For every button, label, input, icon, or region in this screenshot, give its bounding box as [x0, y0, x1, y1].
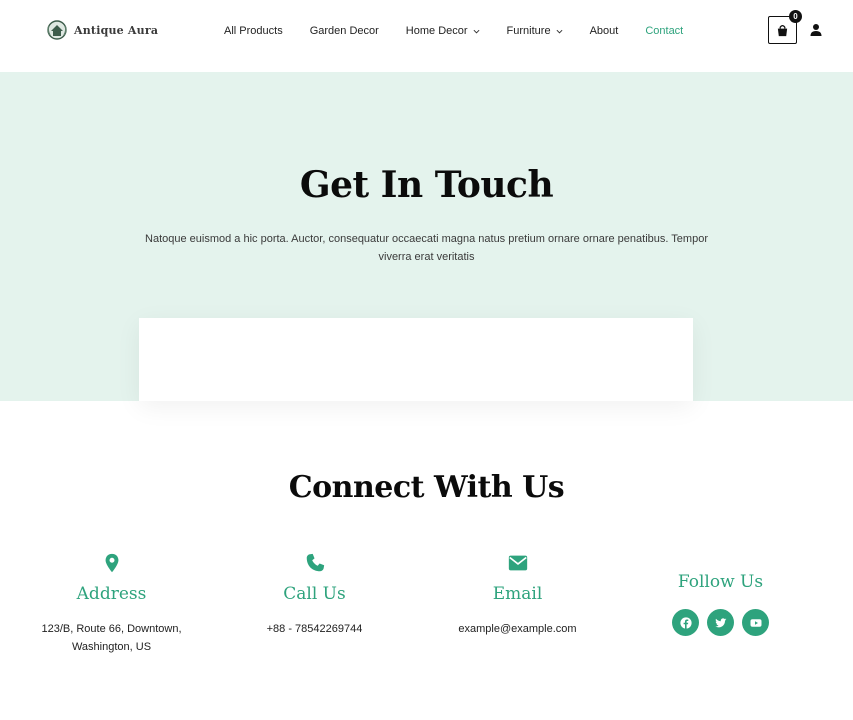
chevron-down-icon — [556, 29, 563, 33]
twitter-icon — [714, 617, 726, 627]
email-title: Email — [492, 584, 543, 604]
nav-label: All Products — [224, 25, 283, 37]
site-header: Antique Aura All Products Garden Decor H… — [0, 0, 853, 72]
address-text: 123/B, Route 66, Downtown, Washington, U… — [41, 623, 182, 653]
nav-label: About — [589, 25, 619, 37]
call-title: Call Us — [283, 584, 346, 604]
phone-icon — [306, 553, 324, 572]
page-title: Get In Touch — [299, 164, 554, 206]
email-address[interactable]: example@example.com — [416, 620, 619, 638]
cart-count-badge: 0 — [789, 10, 802, 23]
phone-number[interactable]: +88 - 78542269744 — [213, 620, 416, 638]
address-block: Address 123/B, Route 66, Downtown, Washi… — [10, 552, 213, 656]
nav-furniture[interactable]: Furniture — [507, 25, 563, 37]
nav-contact[interactable]: Contact — [645, 25, 683, 37]
nav-garden-decor[interactable]: Garden Decor — [310, 25, 379, 37]
nav-home-decor[interactable]: Home Decor — [406, 25, 480, 37]
envelope-icon — [508, 555, 527, 571]
facebook-button[interactable] — [672, 609, 699, 636]
youtube-icon — [750, 618, 761, 627]
hero-description: Natoque euismod a hic porta. Auctor, con… — [145, 233, 708, 263]
connect-title: Connect With Us — [288, 470, 565, 505]
shopping-bag-icon — [777, 24, 788, 36]
site-logo[interactable]: Antique Aura — [46, 18, 158, 42]
chevron-down-icon — [473, 29, 480, 33]
nav-label: Home Decor — [405, 25, 468, 37]
call-block: Call Us +88 - 78542269744 — [213, 552, 416, 638]
email-block: Email example@example.com — [416, 552, 619, 638]
logo-text: Antique Aura — [74, 23, 159, 37]
nav-all-products[interactable]: All Products — [224, 25, 283, 37]
main-nav: All Products Garden Decor Home Decor Fur… — [224, 22, 710, 40]
logo-mark-icon — [47, 20, 67, 40]
facebook-icon — [679, 616, 692, 629]
nav-label: Furniture — [506, 25, 551, 37]
social-links — [619, 609, 822, 636]
follow-block: Follow Us — [619, 572, 822, 636]
youtube-button[interactable] — [742, 609, 769, 636]
nav-about[interactable]: About — [590, 25, 619, 37]
contact-form-card — [139, 318, 693, 401]
user-account-icon[interactable] — [809, 23, 823, 37]
map-pin-icon — [105, 553, 118, 573]
address-title: Address — [76, 584, 147, 604]
cart-button[interactable]: 0 — [768, 10, 802, 44]
nav-label: Contact — [645, 25, 684, 37]
follow-title: Follow Us — [677, 572, 764, 592]
nav-label: Garden Decor — [309, 25, 379, 37]
twitter-button[interactable] — [707, 609, 734, 636]
